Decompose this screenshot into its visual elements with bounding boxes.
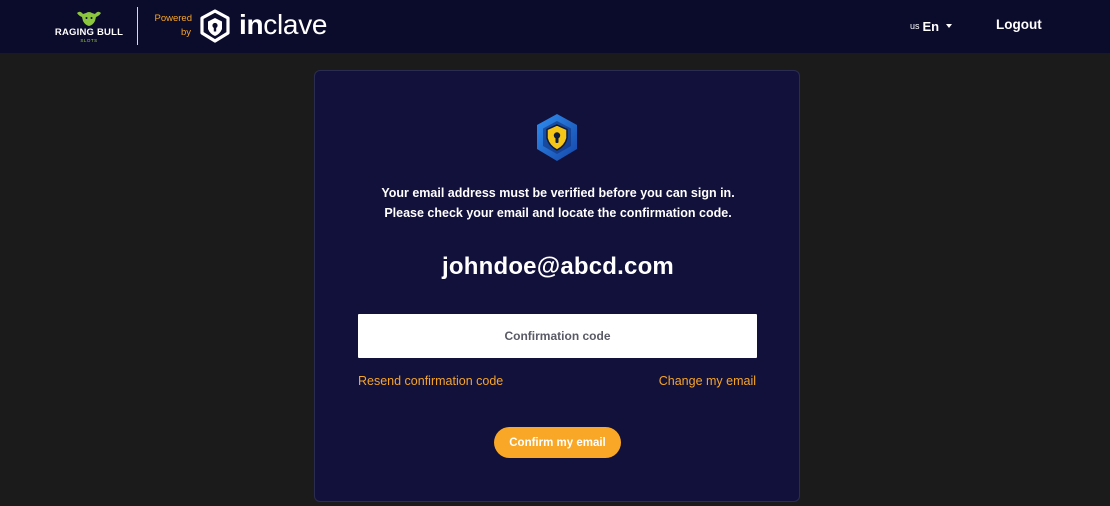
powered-by-label: Powered by — [146, 12, 193, 40]
powered-line-1: Powered — [154, 13, 193, 24]
message-line-1: Your email address must be verified befo… — [381, 186, 735, 200]
raging-bull-logo-icon — [77, 11, 101, 26]
change-email-link[interactable]: Change my email — [659, 374, 756, 388]
caret-down-icon — [946, 23, 953, 28]
resend-code-link[interactable]: Resend confirmation code — [358, 374, 503, 388]
top-bar: RAGING BULL SLOTS Powered by inclave us … — [0, 0, 1110, 53]
confirm-email-button[interactable]: Confirm my email — [494, 427, 621, 458]
language-selector[interactable]: us En — [910, 17, 953, 35]
confirmation-code-input[interactable] — [358, 314, 757, 358]
brand-subtitle: SLOTS — [80, 38, 98, 43]
shield-lock-icon — [537, 114, 577, 161]
logout-button[interactable]: Logout — [996, 17, 1042, 32]
verification-message: Your email address must be verified befo… — [315, 183, 801, 223]
language-country: us — [910, 21, 920, 31]
header-divider — [137, 7, 138, 45]
verification-card: Your email address must be verified befo… — [314, 70, 800, 502]
language-code: En — [922, 18, 940, 34]
email-address: johndoe@abcd.com — [442, 253, 674, 280]
inclave-wordmark: inclave — [239, 9, 327, 41]
brand-name: RAGING BULL — [54, 27, 124, 38]
inclave-suffix: clave — [263, 9, 328, 40]
inclave-prefix: in — [239, 9, 264, 40]
powered-line-2: by — [180, 27, 191, 38]
inclave-shield-icon — [200, 9, 230, 43]
message-line-2: Please check your email and locate the c… — [384, 206, 732, 220]
raging-bull-logo[interactable]: RAGING BULL SLOTS — [52, 10, 126, 44]
